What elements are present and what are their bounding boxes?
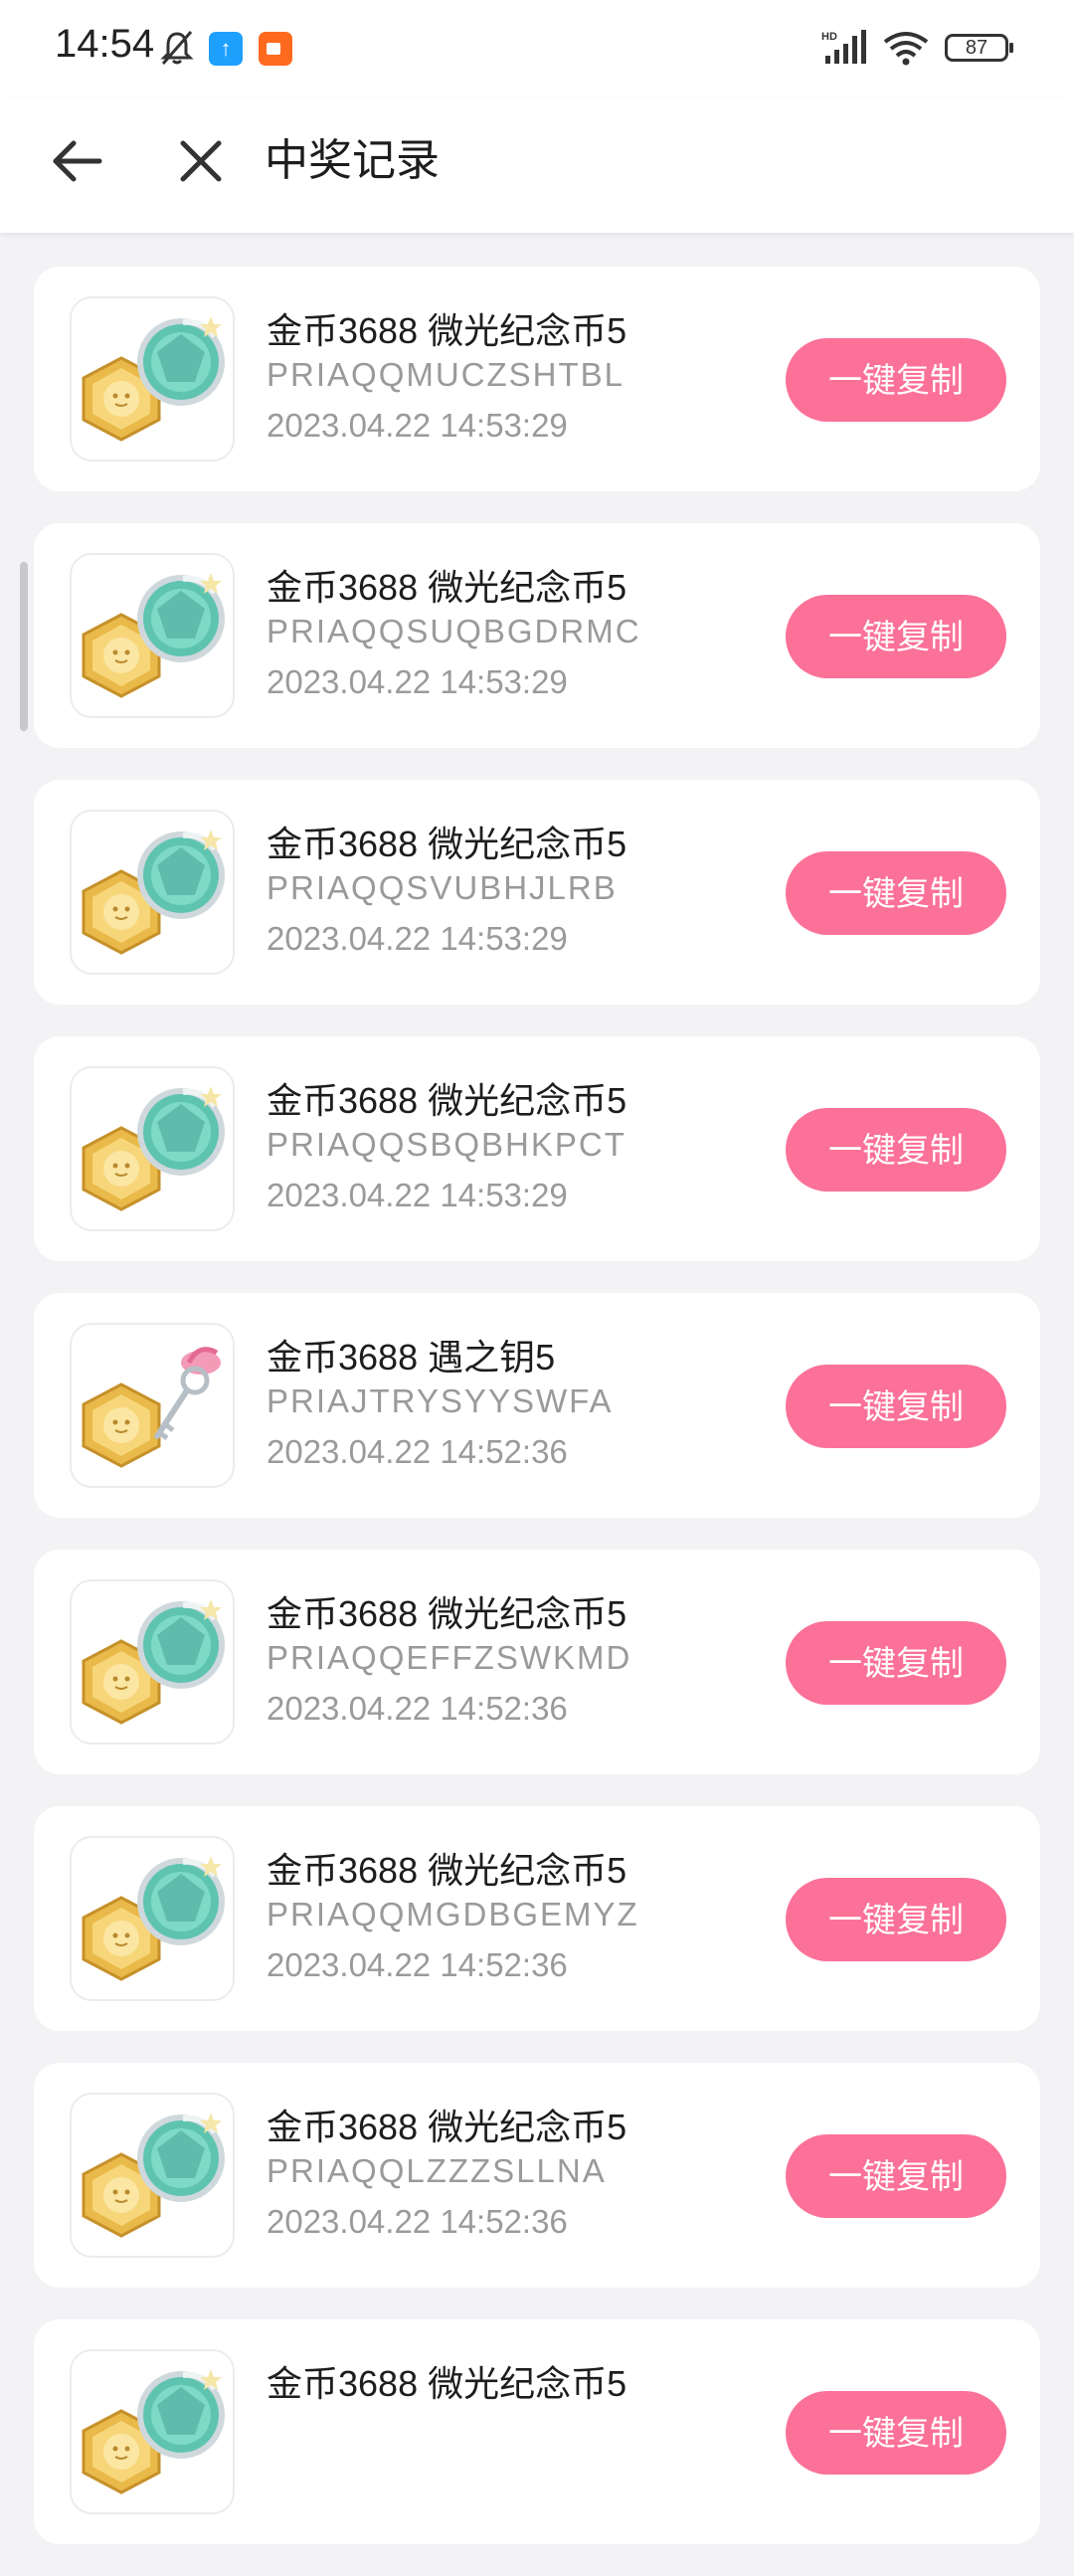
prize-thumbnail	[70, 1323, 235, 1488]
wifi-icon	[883, 32, 929, 66]
prize-thumbnail	[70, 1579, 235, 1745]
copy-code-button[interactable]: 一键复制	[786, 2391, 1006, 2475]
prize-record-card: 金币3688 微光纪念币5 PRIAQQSBQBHKPCT 2023.04.22…	[34, 1036, 1040, 1261]
prize-name: 金币3688 微光纪念币5	[267, 1593, 627, 1634]
prize-name: 金币3688 遇之钥5	[267, 1337, 556, 1378]
prize-name: 金币3688 微光纪念币5	[267, 310, 627, 351]
back-arrow-icon[interactable]	[48, 131, 107, 191]
coin-with-key-icon	[82, 1347, 221, 1468]
prize-thumbnail	[70, 2349, 235, 2514]
page-title: 中奖记录	[265, 136, 440, 185]
prize-record-card: 金币3688 微光纪念币5 PRIAQQLZZZSLLNA 2023.04.22…	[34, 2063, 1040, 2288]
redeem-code: PRIAQQEFFZSWKMD	[267, 1639, 632, 1676]
prize-time: 2023.04.22 14:53:29	[267, 920, 568, 957]
coin-with-teal-medal-icon	[82, 2113, 225, 2238]
close-icon[interactable]	[171, 131, 231, 191]
prize-record-card: 金币3688 微光纪念币5 一键复制	[34, 2319, 1040, 2544]
prize-time: 2023.04.22 14:52:36	[267, 2203, 568, 2240]
prize-thumbnail	[70, 296, 235, 461]
prize-thumbnail	[70, 1836, 235, 2001]
copy-code-button[interactable]: 一键复制	[786, 1878, 1006, 1961]
coin-with-teal-medal-icon	[82, 573, 225, 698]
status-time: 14:54	[55, 22, 155, 66]
prize-thumbnail	[70, 2093, 235, 2258]
prize-time: 2023.04.22 14:53:29	[267, 663, 568, 700]
prize-time: 2023.04.22 14:53:29	[267, 407, 568, 444]
prize-record-card: 金币3688 微光纪念币5 PRIAQQEFFZSWKMD 2023.04.22…	[34, 1550, 1040, 1774]
prize-record-list: 金币3688 微光纪念币5 PRIAQQMUCZSHTBL 2023.04.22…	[34, 267, 1040, 2576]
prize-time: 2023.04.22 14:52:36	[267, 1433, 568, 1470]
prize-name: 金币3688 微光纪念币5	[267, 1080, 627, 1121]
copy-code-button[interactable]: 一键复制	[786, 1108, 1006, 1192]
upload-app-icon: ↑	[209, 32, 243, 66]
coin-with-teal-medal-icon	[82, 316, 225, 442]
copy-code-button[interactable]: 一键复制	[786, 1621, 1006, 1705]
app-header: 中奖记录	[0, 99, 1074, 233]
prize-time: 2023.04.22 14:52:36	[267, 1946, 568, 1983]
redeem-code: PRIAQQLZZZSLLNA	[267, 2152, 607, 2189]
video-app-icon	[259, 32, 292, 66]
prize-name: 金币3688 微光纪念币5	[267, 2363, 627, 2404]
redeem-code: PRIAQQSVUBHJLRB	[267, 869, 618, 906]
battery-indicator: 87	[945, 34, 1013, 62]
copy-code-button[interactable]: 一键复制	[786, 338, 1006, 422]
prize-thumbnail	[70, 810, 235, 975]
prize-record-card: 金币3688 微光纪念币5 PRIAQQMGDBGEMYZ 2023.04.22…	[34, 1806, 1040, 2031]
coin-with-teal-medal-icon	[82, 1856, 225, 1981]
redeem-code: PRIAQQSBQBHKPCT	[267, 1126, 626, 1163]
prize-name: 金币3688 微光纪念币5	[267, 567, 627, 608]
redeem-code: PRIAQQMGDBGEMYZ	[267, 1896, 639, 1932]
coin-with-teal-medal-icon	[82, 2369, 225, 2494]
redeem-code: PRIAQQMUCZSHTBL	[267, 356, 626, 393]
coin-with-teal-medal-icon	[82, 829, 225, 955]
copy-code-button[interactable]: 一键复制	[786, 1365, 1006, 1448]
coin-with-teal-medal-icon	[82, 1599, 225, 1725]
prize-name: 金币3688 微光纪念币5	[267, 1850, 627, 1891]
svg-text:HD: HD	[821, 31, 837, 43]
coin-with-teal-medal-icon	[82, 1086, 225, 1211]
prize-name: 金币3688 微光纪念币5	[267, 2107, 627, 2147]
prize-record-card: 金币3688 微光纪念币5 PRIAQQMUCZSHTBL 2023.04.22…	[34, 267, 1040, 491]
prize-record-card: 金币3688 微光纪念币5 PRIAQQSVUBHJLRB 2023.04.22…	[34, 780, 1040, 1005]
redeem-code: PRIAJTRYSYYSWFA	[267, 1382, 614, 1419]
scrollbar[interactable]	[20, 562, 28, 731]
prize-time: 2023.04.22 14:52:36	[267, 1690, 568, 1727]
redeem-code: PRIAQQSUQBGDRMC	[267, 613, 641, 649]
copy-code-button[interactable]: 一键复制	[786, 595, 1006, 678]
copy-code-button[interactable]: 一键复制	[786, 851, 1006, 935]
copy-code-button[interactable]: 一键复制	[786, 2134, 1006, 2218]
prize-thumbnail	[70, 553, 235, 718]
status-bar: 14:54 ↑ HD 87	[0, 0, 1074, 99]
prize-name: 金币3688 微光纪念币5	[267, 824, 627, 864]
prize-time: 2023.04.22 14:53:29	[267, 1177, 568, 1213]
bell-muted-icon	[160, 31, 194, 65]
prize-record-card: 金币3688 遇之钥5 PRIAJTRYSYYSWFA 2023.04.22 1…	[34, 1293, 1040, 1518]
prize-record-card: 金币3688 微光纪念币5 PRIAQQSUQBGDRMC 2023.04.22…	[34, 523, 1040, 748]
prize-thumbnail	[70, 1066, 235, 1231]
cellular-signal-icon: HD	[821, 30, 866, 64]
